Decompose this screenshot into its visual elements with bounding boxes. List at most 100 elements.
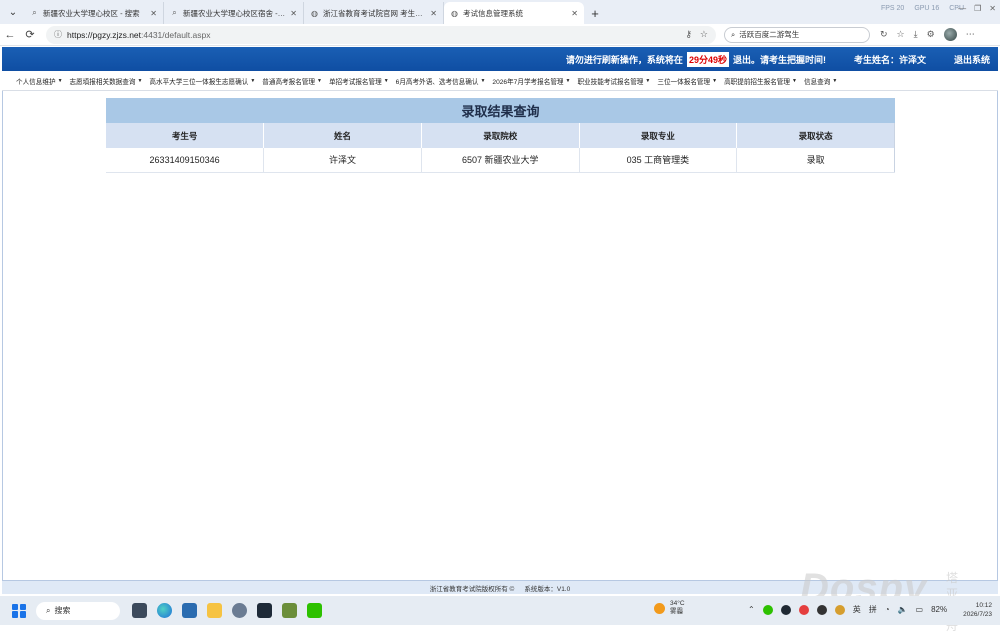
app-tray-icon[interactable] bbox=[798, 604, 809, 615]
tray-chevron-up-icon[interactable]: ⌃ bbox=[748, 605, 755, 614]
close-icon[interactable]: ✕ bbox=[571, 9, 578, 18]
name-cell: 许泽文 bbox=[263, 148, 422, 173]
volume-icon[interactable]: 🔈 bbox=[898, 605, 908, 614]
back-arrow-icon[interactable]: ← bbox=[0, 25, 20, 45]
wechat-tray-icon[interactable] bbox=[762, 604, 773, 615]
menu-label: 高职提前招生报名管理 bbox=[724, 78, 790, 86]
clock-time: 10:12 bbox=[975, 602, 992, 609]
new-tab-plus-icon[interactable]: + bbox=[584, 2, 606, 24]
menu-item-xuekao-signup[interactable]: 2026年7月学考报名管理 ▼ bbox=[492, 76, 570, 86]
column-header: 考生号 bbox=[106, 123, 265, 148]
app-tray-icon[interactable] bbox=[816, 604, 827, 615]
clock-date: 2026/7/23 bbox=[963, 611, 992, 618]
ime-language[interactable]: 英 bbox=[853, 604, 861, 615]
refresh-extension-icon[interactable]: ↻ bbox=[880, 29, 888, 40]
menu-label: 信息查询 bbox=[803, 78, 831, 86]
table-header-row: 考生号 姓名 录取院校 录取专业 录取状态 bbox=[106, 123, 895, 148]
weather-widget[interactable]: 34°C 雾霾 bbox=[654, 600, 685, 616]
admitted-major-cell: 035 工商管理类 bbox=[579, 148, 738, 173]
windows-taskbar: ⌕ 搜索 34°C 雾霾 ⌃ 英 拼 ◔ 🔈 ▭ 82% 10:12 2026/7… bbox=[0, 596, 1000, 625]
menu-item-danzhao-signup[interactable]: 单招考试报名管理 ▼ bbox=[329, 76, 389, 86]
search-icon: ⌕ bbox=[172, 8, 177, 17]
ime-mode[interactable]: 拼 bbox=[869, 604, 877, 615]
windows-start-icon[interactable] bbox=[12, 603, 26, 618]
session-countdown: 29分49秒 bbox=[686, 51, 729, 67]
caret-down-icon: ▼ bbox=[645, 77, 651, 84]
caret-down-icon: ▼ bbox=[565, 77, 571, 84]
caret-down-icon: ▼ bbox=[383, 77, 389, 84]
favorite-star-icon[interactable]: ☆ bbox=[700, 29, 708, 40]
settings-gear-icon[interactable] bbox=[232, 603, 247, 618]
app-tray-icon[interactable] bbox=[834, 604, 845, 615]
site-header-bar: 请勿进行刷新操作，系统将在 29分49秒 退出。请考生把握时间! 考生姓名：许泽文 … bbox=[2, 47, 998, 71]
menu-item-sanwei-confirm[interactable]: 高水平大学三位一体报生志愿确认 ▼ bbox=[149, 76, 255, 86]
caret-down-icon: ▼ bbox=[712, 77, 718, 84]
menu-item-gaokao-signup[interactable]: 普通高考报名管理 ▼ bbox=[262, 76, 322, 86]
close-icon[interactable]: ✕ bbox=[290, 9, 297, 18]
caret-down-icon: ▼ bbox=[250, 77, 256, 84]
taskbar-search-label: 搜索 bbox=[54, 606, 71, 615]
taskbar-search[interactable]: ⌕ 搜索 bbox=[36, 601, 120, 620]
maximize-icon[interactable]: ❐ bbox=[974, 4, 981, 13]
menu-item-june-confirm[interactable]: 6月高考外语、选考信息确认 ▼ bbox=[396, 76, 486, 86]
terminal-icon[interactable] bbox=[257, 603, 272, 618]
browser-tab-active[interactable]: ◍ 考试信息管理系统 ✕ bbox=[444, 2, 584, 24]
edge-browser-icon[interactable] bbox=[157, 603, 172, 618]
tab-title: 浙江省教育考试院官网 考生办事 bbox=[323, 8, 427, 18]
search-text: 活跃百度二游驾生 bbox=[739, 30, 800, 39]
browser-toolbar-icons: ↻ ☆ ⤓ ⚙ ⋯ bbox=[880, 28, 975, 41]
menu-item-sanwei-signup[interactable]: 三位一体报名管理 ▼ bbox=[657, 76, 717, 86]
address-toolbar: ← ⟳ ⓘ https://pgzy.zjzs.net:4431/default… bbox=[0, 24, 1000, 46]
store-icon[interactable] bbox=[182, 603, 197, 618]
menu-label: 6月高考外语、选考信息确认 bbox=[395, 78, 479, 86]
browser-tab[interactable]: ⌕ 新疆农业大学理心校区宿舍 - 搜索 ✕ bbox=[164, 2, 304, 24]
menu-item-profile[interactable]: 个人信息维护 ▼ bbox=[16, 76, 63, 86]
menu-label: 高水平大学三位一体报生志愿确认 bbox=[149, 78, 249, 86]
menu-item-info-query[interactable]: 信息查询 ▼ bbox=[804, 76, 837, 86]
menu-label: 个人信息维护 bbox=[16, 78, 56, 86]
tab-actions-chevron-icon[interactable]: ⌄ bbox=[2, 1, 24, 23]
minecraft-icon[interactable] bbox=[282, 603, 297, 618]
file-explorer-icon[interactable] bbox=[207, 603, 222, 618]
caret-down-icon: ▼ bbox=[317, 77, 322, 84]
column-header: 姓名 bbox=[263, 123, 422, 148]
logout-link[interactable]: 退出系统 bbox=[954, 53, 990, 66]
site-info-icon[interactable]: ⓘ bbox=[54, 29, 62, 40]
browser-tab[interactable]: ⌕ 新疆农业大学理心校区 - 搜索 ✕ bbox=[24, 2, 164, 24]
more-menu-icon[interactable]: ⋯ bbox=[966, 29, 975, 40]
globe-icon: ◍ bbox=[311, 8, 318, 18]
browser-search-box[interactable]: ⌕ 活跃百度二游驾生 bbox=[724, 26, 870, 43]
window-close-icon[interactable]: ✕ bbox=[989, 4, 996, 13]
menu-item-data-query[interactable]: 志愿填报相关数据查询 ▼ bbox=[70, 76, 143, 86]
copyright-text: 浙江省教育考试院版权所有 © bbox=[429, 585, 515, 593]
window-controls: — ❐ ✕ bbox=[958, 4, 996, 13]
task-view-icon[interactable] bbox=[132, 603, 147, 618]
extensions-icon[interactable]: ⚙ bbox=[927, 29, 935, 40]
key-icon[interactable]: ⚷ bbox=[685, 29, 692, 40]
column-header: 录取院校 bbox=[421, 123, 580, 148]
refresh-icon[interactable]: ⟳ bbox=[20, 25, 40, 45]
url-path: :4431/default.aspx bbox=[141, 29, 211, 40]
avatar[interactable] bbox=[943, 28, 957, 41]
tab-title: 新疆农业大学理心校区宿舍 - 搜索 bbox=[183, 8, 287, 18]
menu-item-early-admission[interactable]: 高职提前招生报名管理 ▼ bbox=[724, 76, 797, 86]
close-icon[interactable]: ✕ bbox=[150, 9, 157, 18]
wifi-icon[interactable]: ◔ bbox=[885, 605, 890, 614]
download-icon[interactable]: ⤓ bbox=[914, 29, 918, 40]
browser-tab[interactable]: ◍ 浙江省教育考试院官网 考生办事 ✕ bbox=[304, 2, 444, 24]
close-icon[interactable]: ✕ bbox=[430, 9, 437, 18]
caret-down-icon: ▼ bbox=[57, 77, 63, 84]
wechat-icon[interactable] bbox=[307, 603, 322, 618]
address-bar[interactable]: ⓘ https://pgzy.zjzs.net:4431/default.asp… bbox=[46, 25, 716, 44]
collections-icon[interactable]: ☆ bbox=[897, 29, 905, 40]
url-host: https://pgzy.zjzs.net bbox=[67, 29, 142, 40]
url-text: https://pgzy.zjzs.net:4431/default.aspx bbox=[67, 30, 680, 40]
weather-text: 34°C 雾霾 bbox=[670, 600, 685, 616]
battery-icon[interactable]: ▭ bbox=[916, 605, 924, 614]
taskbar-clock[interactable]: 10:12 2026/7/23 bbox=[963, 601, 992, 619]
qq-tray-icon[interactable] bbox=[780, 604, 791, 615]
battery-percent: 82% bbox=[931, 605, 948, 614]
system-stats: FPS 20 GPU 16 CPU bbox=[881, 5, 964, 12]
minimize-icon[interactable]: — bbox=[958, 4, 966, 13]
menu-item-vocational-signup[interactable]: 职业技能考试报名管理 ▼ bbox=[577, 76, 650, 86]
